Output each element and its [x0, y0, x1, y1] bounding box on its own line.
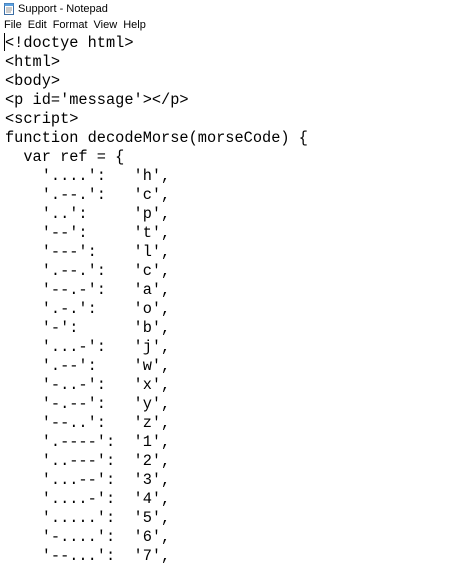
- code-line: '.----': '1',: [5, 433, 171, 451]
- code-line: '.--': 'w',: [5, 357, 171, 375]
- code-line: '---': 'l',: [5, 243, 171, 261]
- code-line: '-.--': 'y',: [5, 395, 171, 413]
- code-line: function decodeMorse(morseCode) {: [5, 129, 308, 147]
- menu-view[interactable]: View: [91, 19, 121, 31]
- title-bar[interactable]: Support - Notepad: [0, 0, 474, 17]
- code-line: '..': 'p',: [5, 205, 171, 223]
- code-line: '.--.': 'c',: [5, 262, 171, 280]
- code-line: '....-': '4',: [5, 490, 171, 508]
- code-line: '...--': '3',: [5, 471, 171, 489]
- text-editor-area[interactable]: <!doctye html> <html> <body> <p id='message…: [0, 32, 474, 567]
- code-line: '--.-': 'a',: [5, 281, 171, 299]
- code-line: '--': 't',: [5, 224, 171, 242]
- code-line: <body>: [5, 72, 61, 90]
- code-line: '.--.': 'c',: [5, 186, 171, 204]
- code-line: var ref = {: [5, 148, 125, 166]
- menu-file[interactable]: File: [0, 19, 25, 31]
- code-line: '.-.': 'o',: [5, 300, 171, 318]
- menu-format[interactable]: Format: [50, 19, 91, 31]
- code-line: '--...': '7',: [5, 547, 171, 565]
- menu-help[interactable]: Help: [120, 19, 149, 31]
- notepad-window: Support - Notepad File Edit Format View …: [0, 0, 474, 567]
- code-line: '-....': '6',: [5, 528, 171, 546]
- code-line: '...-': 'j',: [5, 338, 171, 356]
- code-line: '....': 'h',: [5, 167, 171, 185]
- code-line: '-': 'b',: [5, 319, 171, 337]
- code-line: '--..': 'z',: [5, 414, 171, 432]
- menu-edit[interactable]: Edit: [25, 19, 50, 31]
- notepad-icon: [4, 3, 14, 15]
- menu-bar: File Edit Format View Help: [0, 17, 474, 32]
- code-line: '-..-': 'x',: [5, 376, 171, 394]
- code-line: <script>: [5, 110, 79, 128]
- code-line: <html>: [5, 53, 61, 71]
- code-line: '..---': '2',: [5, 452, 171, 470]
- text-caret: [4, 33, 5, 51]
- code-line: '.....': '5',: [5, 509, 171, 527]
- window-title: Support - Notepad: [18, 2, 108, 15]
- code-line: <!doctye html>: [5, 34, 134, 52]
- code-line: <p id='message'></p>: [5, 91, 189, 109]
